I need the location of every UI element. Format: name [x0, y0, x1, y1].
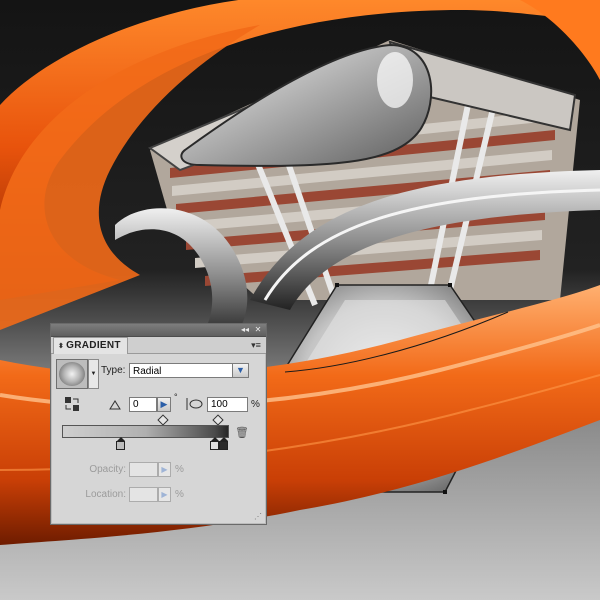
angle-icon	[109, 398, 121, 410]
gradient-stop[interactable]	[209, 437, 219, 450]
type-dropdown-button[interactable]: ▼	[232, 363, 249, 378]
radial-preview	[59, 362, 85, 386]
close-panel-icon[interactable]: ✕	[253, 325, 263, 334]
midpoint-diamond[interactable]	[212, 414, 224, 426]
tab-gradient[interactable]: ⬍ GRADIENT	[53, 337, 128, 354]
panel-menu-icon[interactable]: ▾≡	[249, 340, 263, 350]
stop-color-chip	[209, 441, 219, 450]
aspect-ratio-input[interactable]: 100	[207, 397, 248, 412]
opacity-input[interactable]	[129, 462, 158, 477]
location-label: Location:	[85, 489, 126, 500]
resize-grip-icon[interactable]: ⋰	[254, 512, 264, 522]
type-label: Type:	[101, 365, 126, 376]
stop-color-chip	[219, 441, 228, 450]
panel-title-bar[interactable]: ◂◂ ✕	[51, 324, 266, 337]
gradient-stop[interactable]	[219, 437, 228, 450]
collapse-panel-icon[interactable]: ◂◂	[239, 325, 251, 334]
opacity-label: Opacity:	[89, 464, 126, 475]
type-select[interactable]: Radial	[129, 363, 246, 378]
angle-dropdown-button[interactable]: ▶	[157, 397, 171, 412]
opacity-dropdown-button[interactable]: ▶	[158, 462, 171, 477]
gradient-slider[interactable]	[62, 425, 229, 438]
location-dropdown-button[interactable]: ▶	[158, 487, 171, 502]
tab-toggle-icon[interactable]: ⬍	[58, 343, 64, 350]
aspect-ratio-icon	[185, 396, 203, 412]
stop-color-chip	[115, 441, 125, 450]
gradient-stop[interactable]	[115, 437, 125, 450]
opacity-unit: %	[175, 464, 184, 475]
location-unit: %	[175, 489, 184, 500]
delete-stop-icon[interactable]: 🗑	[235, 427, 249, 439]
reverse-gradient-icon[interactable]	[64, 396, 80, 412]
panel-tab-row: ⬍ GRADIENT ▾≡	[51, 337, 266, 354]
angle-degree-symbol: °	[174, 392, 178, 402]
gradient-preview-swatch[interactable]	[56, 359, 88, 389]
midpoint-diamond[interactable]	[157, 414, 169, 426]
location-input[interactable]	[129, 487, 158, 502]
angle-input[interactable]: 0	[129, 397, 157, 412]
tab-gradient-label: GRADIENT	[66, 340, 121, 351]
aspect-ratio-unit: %	[251, 399, 260, 410]
gradient-panel: ◂◂ ✕ ⬍ GRADIENT ▾≡ ▼ Type: Radial ▼ 0 ▶ °…	[50, 323, 267, 525]
gradient-presets-dropdown[interactable]: ▼	[88, 359, 99, 389]
